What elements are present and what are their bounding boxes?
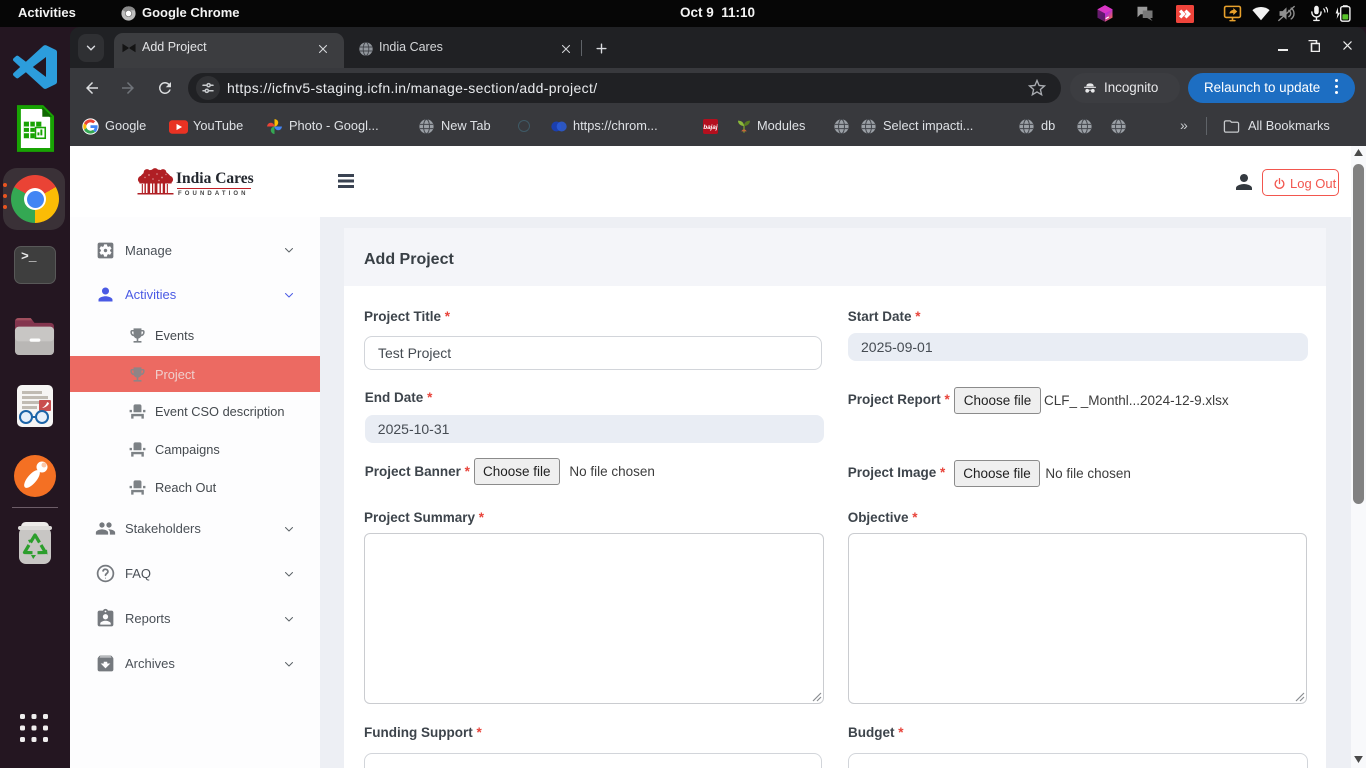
svg-text:bajaj: bajaj	[703, 124, 718, 131]
